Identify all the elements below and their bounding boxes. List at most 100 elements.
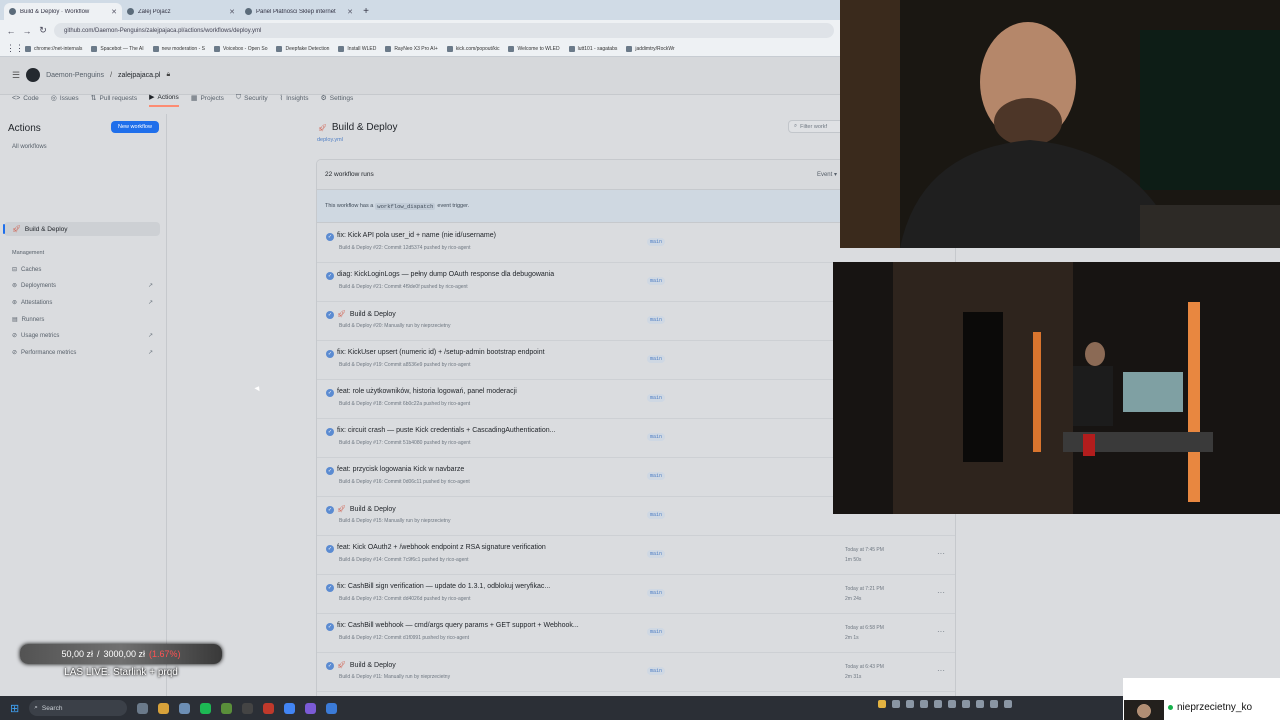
run-title[interactable]: fix: CashBill sign verification — update… <box>337 583 550 590</box>
tab-build-deploy[interactable]: Build & Deploy · Workflow ✕ <box>4 3 122 20</box>
tab-insights[interactable]: ⌇ Insights <box>280 93 309 107</box>
tray-icon[interactable] <box>976 700 984 708</box>
run-title[interactable]: fix: circuit crash — puste Kick credenti… <box>337 427 555 434</box>
tray-icon[interactable] <box>990 700 998 708</box>
apps-grid-icon[interactable]: ⋮⋮ <box>6 43 24 54</box>
branch-badge[interactable]: main <box>647 433 666 441</box>
chrome-icon[interactable] <box>284 702 296 714</box>
run-title[interactable]: fix: KickUser upsert (numeric id) + /set… <box>337 349 545 356</box>
event-filter-dropdown[interactable]: Event ▾ <box>817 171 837 178</box>
sidebar-item-all-workflows[interactable]: All workflows <box>12 144 47 150</box>
sidebar-item-caches[interactable]: ⊟ Caches <box>12 266 41 274</box>
repo-owner-link[interactable]: Daemon-Penguins <box>46 72 104 79</box>
workflow-run-row[interactable]: ✓ 🚀︎ Build & Deploy Build & Deploy #11: Man… <box>317 653 955 692</box>
app-icon[interactable] <box>305 702 317 714</box>
run-title[interactable]: fix: Kick API pola user_id + name (nie i… <box>337 232 496 239</box>
tab-projects[interactable]: ▦ Projects <box>191 93 224 107</box>
branch-badge[interactable]: main <box>647 550 666 558</box>
sidebar-item-performance-metrics[interactable]: ⊘ Performance metrics <box>12 349 76 357</box>
workflow-run-row[interactable]: ✓ feat: Kick OAuth2 + /webhook endpoint z… <box>317 536 955 575</box>
tab-actions[interactable]: ▶ Actions <box>149 93 179 107</box>
app-icon[interactable] <box>221 702 233 714</box>
tab-settings[interactable]: ⚙ Settings <box>320 93 353 107</box>
menu-icon[interactable]: ☰ <box>12 70 20 81</box>
file-explorer-icon[interactable] <box>158 702 170 714</box>
tray-icon[interactable] <box>892 700 900 708</box>
sidebar-item-usage-metrics[interactable]: ⊘ Usage metrics <box>12 332 59 340</box>
bookmark-item[interactable]: chrome://net-internals <box>25 45 82 52</box>
tray-icon[interactable] <box>906 700 914 708</box>
branch-badge[interactable]: main <box>647 316 666 324</box>
branch-badge[interactable]: main <box>647 628 666 636</box>
run-title[interactable]: diag: KickLoginLogs — pełny dump OAuth r… <box>337 271 554 278</box>
tab-zalej-pojacz[interactable]: Zalej Pojacz ✕ <box>122 3 240 20</box>
tray-icon[interactable] <box>948 700 956 708</box>
branch-badge[interactable]: main <box>647 355 666 363</box>
branch-badge[interactable]: main <box>647 589 666 597</box>
run-title[interactable]: 🚀︎ Build & Deploy <box>337 310 396 319</box>
kebab-menu-icon[interactable]: ··· <box>937 627 945 636</box>
bookmark-item[interactable]: kick.com/popout/kic <box>446 45 499 52</box>
branch-badge[interactable]: main <box>647 277 666 285</box>
app-icon[interactable] <box>326 702 338 714</box>
bookmark-item[interactable]: Voicebox - Open So <box>214 45 267 52</box>
back-icon[interactable]: ← <box>6 26 16 36</box>
bookmark-item[interactable]: new moderation - S <box>152 45 205 52</box>
bookmark-item[interactable]: Install WLED <box>338 45 376 52</box>
repo-name-link[interactable]: zalejpajaca.pl <box>118 72 160 79</box>
kebab-menu-icon[interactable]: ··· <box>937 666 945 675</box>
reload-icon[interactable]: ↻ <box>38 25 48 36</box>
run-title[interactable]: 🚀︎ Build & Deploy <box>337 505 396 514</box>
tab-panel-platnosci[interactable]: Panel Płatności Sklep internet ✕ <box>240 3 358 20</box>
github-logo-icon[interactable] <box>26 68 41 82</box>
kebab-menu-icon[interactable]: ··· <box>937 588 945 597</box>
run-title[interactable]: 🚀︎ Build & Deploy <box>337 661 396 670</box>
spotify-icon[interactable] <box>200 702 212 714</box>
run-title[interactable]: fix: CashBill webhook — cmd/args query p… <box>337 622 579 629</box>
workflow-run-row[interactable]: ✓ fix: CashBill sign verification — updat… <box>317 575 955 614</box>
app-icon[interactable] <box>179 702 191 714</box>
app-icon[interactable] <box>263 702 275 714</box>
kebab-menu-icon[interactable]: ··· <box>937 549 945 558</box>
weather-icon[interactable] <box>878 700 886 708</box>
url-bar[interactable]: github.com/Daemon-Penguins/zalejpajaca.p… <box>54 23 834 38</box>
workflow-run-row[interactable]: ✓ fix: CashBill webhook — cmd/args query … <box>317 614 955 653</box>
close-icon[interactable]: ✕ <box>347 8 353 16</box>
run-title[interactable]: feat: role użytkowników, historia logowa… <box>337 388 517 395</box>
taskbar-search-input[interactable]: ⌕ Search <box>29 700 128 716</box>
tab-pull-requests[interactable]: ⇅ Pull requests <box>91 93 137 107</box>
obs-icon[interactable] <box>242 702 254 714</box>
sidebar-item-deployments[interactable]: ⊚ Deployments <box>12 282 56 290</box>
bookmark-item[interactable]: Welcome to WLED <box>508 45 560 52</box>
sidebar-item-attestations[interactable]: ⊛ Attestations <box>12 299 52 307</box>
new-workflow-button[interactable]: New workflow <box>111 121 159 133</box>
bookmark-item[interactable]: lutt101 - sagatabs <box>568 45 617 52</box>
bookmark-item[interactable]: RayNeo X3 Pro AI+ <box>385 45 438 52</box>
tray-icon[interactable] <box>1004 700 1012 708</box>
tray-icon[interactable] <box>962 700 970 708</box>
run-title[interactable]: feat: przycisk logowania Kick w navbarze <box>337 466 464 473</box>
branch-badge[interactable]: main <box>647 511 666 519</box>
tray-icon[interactable] <box>934 700 942 708</box>
tab-code[interactable]: <> Code <box>12 93 39 107</box>
branch-badge[interactable]: main <box>647 394 666 402</box>
sidebar-item-build-deploy[interactable]: 🚀︎ Build & Deploy <box>3 222 160 236</box>
windows-start-icon[interactable]: ⊞ <box>10 702 19 715</box>
task-view-icon[interactable] <box>137 702 149 714</box>
tray-icon[interactable] <box>920 700 928 708</box>
bookmark-item[interactable]: Deepfake Detection <box>276 45 329 52</box>
branch-badge[interactable]: main <box>647 667 666 675</box>
sidebar-item-runners[interactable]: ▤ Runners <box>12 316 44 324</box>
bookmark-item[interactable]: Spacebot — The AI <box>91 45 144 52</box>
run-title[interactable]: feat: Kick OAuth2 + /webhook endpoint z … <box>337 544 546 551</box>
bookmark-item[interactable]: jaddimtry/RockWr <box>626 45 675 52</box>
tab-security[interactable]: ⛉ Security <box>236 93 268 107</box>
tab-issues[interactable]: ◎ Issues <box>51 93 79 107</box>
branch-badge[interactable]: main <box>647 238 666 246</box>
close-icon[interactable]: ✕ <box>111 8 117 16</box>
new-tab-icon[interactable]: + <box>358 3 374 20</box>
workflow-file-link[interactable]: deploy.yml <box>317 137 343 143</box>
forward-icon[interactable]: → <box>22 26 32 36</box>
filter-input[interactable]: ⌕ Filter workf <box>788 120 848 133</box>
branch-badge[interactable]: main <box>647 472 666 480</box>
